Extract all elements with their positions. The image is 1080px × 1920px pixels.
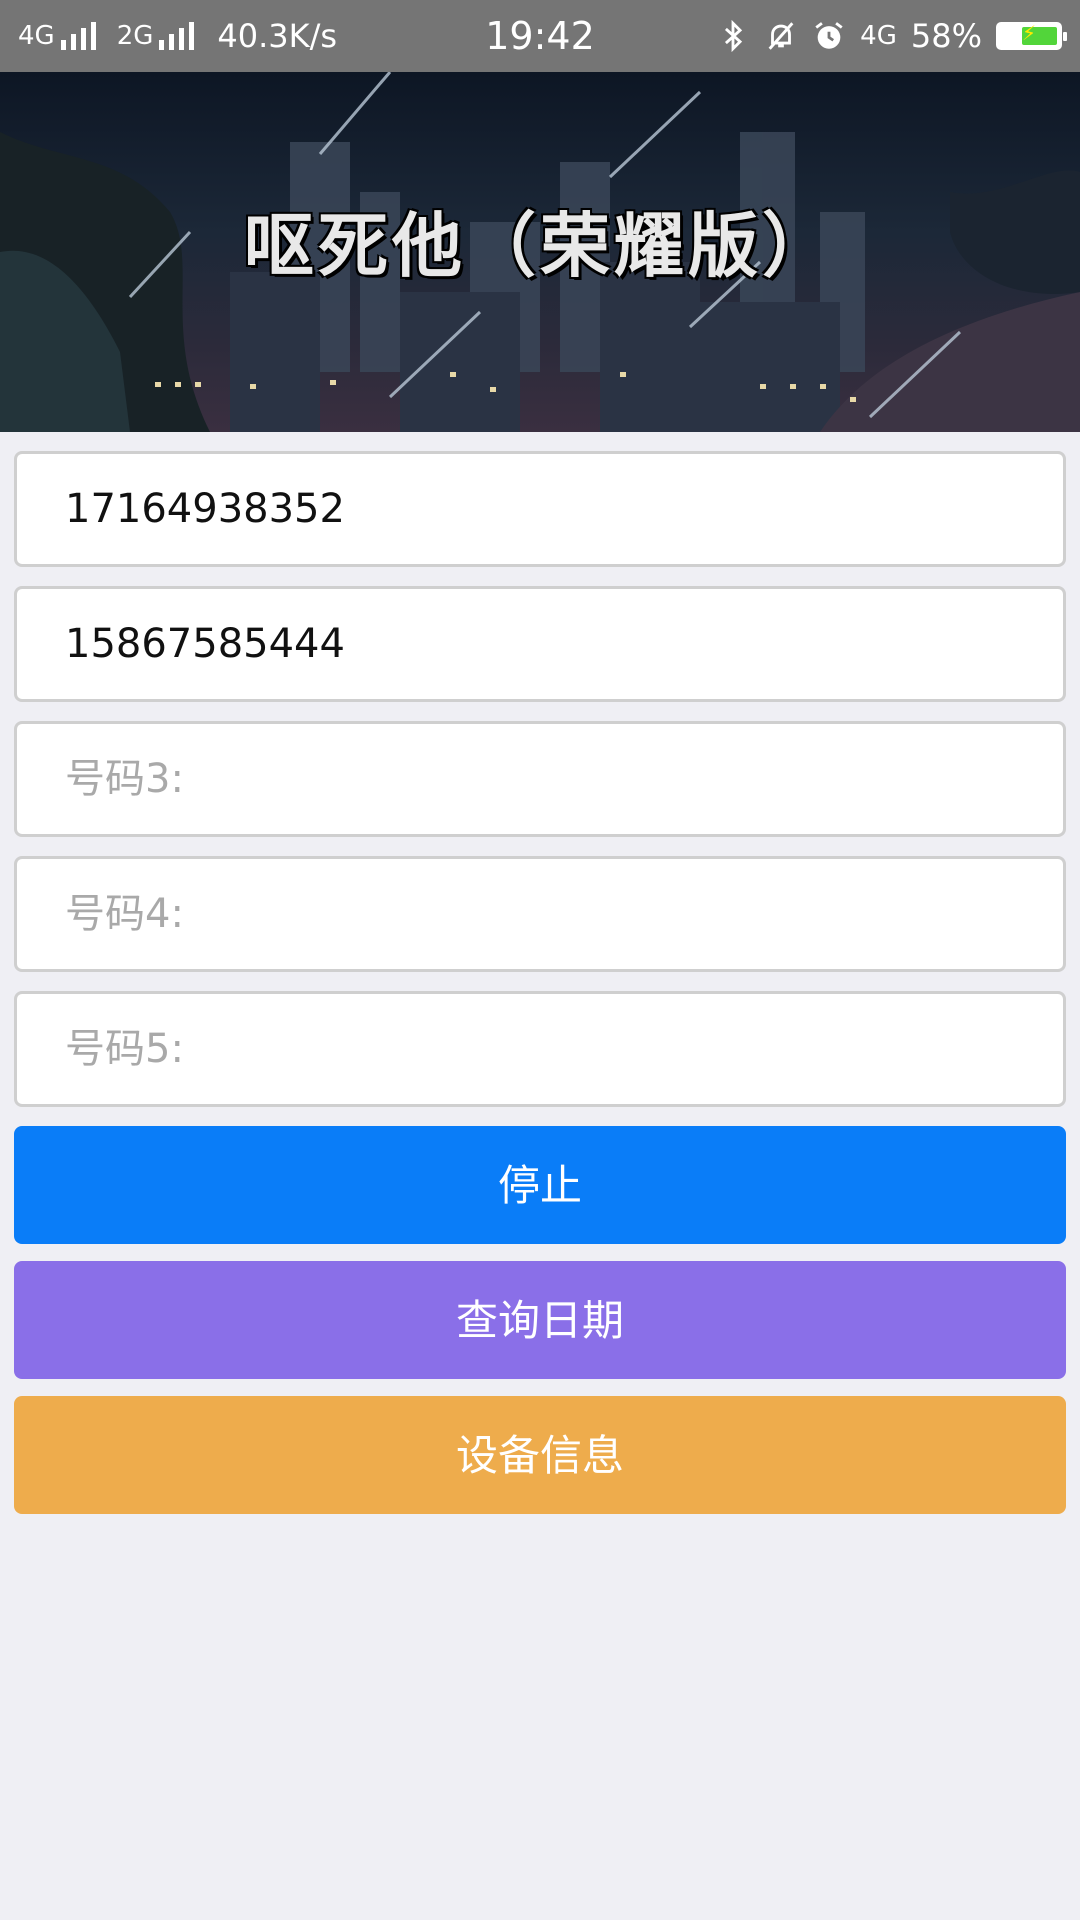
alarm-clock-icon (815, 22, 843, 49)
lte-indicator: 4G (860, 21, 897, 51)
phone-input-4[interactable] (17, 859, 1063, 969)
battery-percent: 58% (910, 17, 982, 55)
phone-field-3[interactable] (14, 721, 1066, 837)
stop-button[interactable]: 停止 (14, 1126, 1066, 1244)
phone-input-3[interactable] (17, 724, 1063, 834)
muted-bell-icon (768, 22, 794, 50)
status-bar-right: 4G 58% ⚡ (702, 0, 1067, 72)
phone-input-2[interactable] (17, 589, 1063, 699)
banner-image: 呕死他（荣耀版） (0, 72, 1080, 432)
battery-charging-icon: ⚡ (996, 21, 1067, 50)
phone-field-1[interactable] (14, 451, 1066, 567)
phone-field-5[interactable] (14, 991, 1066, 1107)
banner-title: 呕死他（荣耀版） (244, 205, 836, 287)
phone-input-1[interactable] (17, 454, 1063, 564)
phone-input-5[interactable] (17, 994, 1063, 1104)
bluetooth-icon (725, 19, 743, 53)
phone-field-2[interactable] (14, 586, 1066, 702)
status-bar: 4G 2G 40.3K/s 19:42 4G 58% ⚡ (0, 0, 1080, 72)
device-info-button[interactable]: 设备信息 (14, 1396, 1066, 1514)
query-date-button[interactable]: 查询日期 (14, 1261, 1066, 1379)
phone-field-4[interactable] (14, 856, 1066, 972)
